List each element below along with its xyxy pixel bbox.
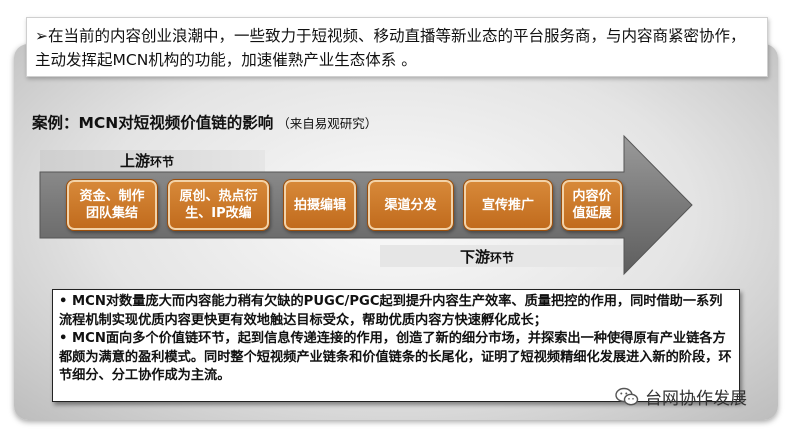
watermark-text: 台网协作发展 <box>645 389 747 409</box>
stage-channel-distribution: 渠道分发 <box>367 179 454 231</box>
wechat-icon <box>615 387 639 405</box>
watermark: 台网协作发展 <box>615 384 747 409</box>
note-item: • MCN对数量庞大而内容能力稍有欠缺的PUGC/PGC起到提升内容生产效率、质… <box>59 294 723 328</box>
stage-original-content: 原创、热点衍 生、IP改编 <box>167 179 270 231</box>
stage-shooting-editing: 拍摄编辑 <box>283 179 357 231</box>
downstream-label: 下游环节 <box>460 248 515 266</box>
stage-funding-team: 资金、制作 团队集结 <box>66 179 158 231</box>
note-item: • MCN面向多个价值链环节，起到信息传递连接的作用，创造了新的细分市场，并探索… <box>59 331 732 383</box>
stage-value-extension: 内容价 值延展 <box>561 179 623 231</box>
stage-promotion: 宣传推广 <box>463 179 553 231</box>
upstream-label: 上游环节 <box>120 152 175 170</box>
